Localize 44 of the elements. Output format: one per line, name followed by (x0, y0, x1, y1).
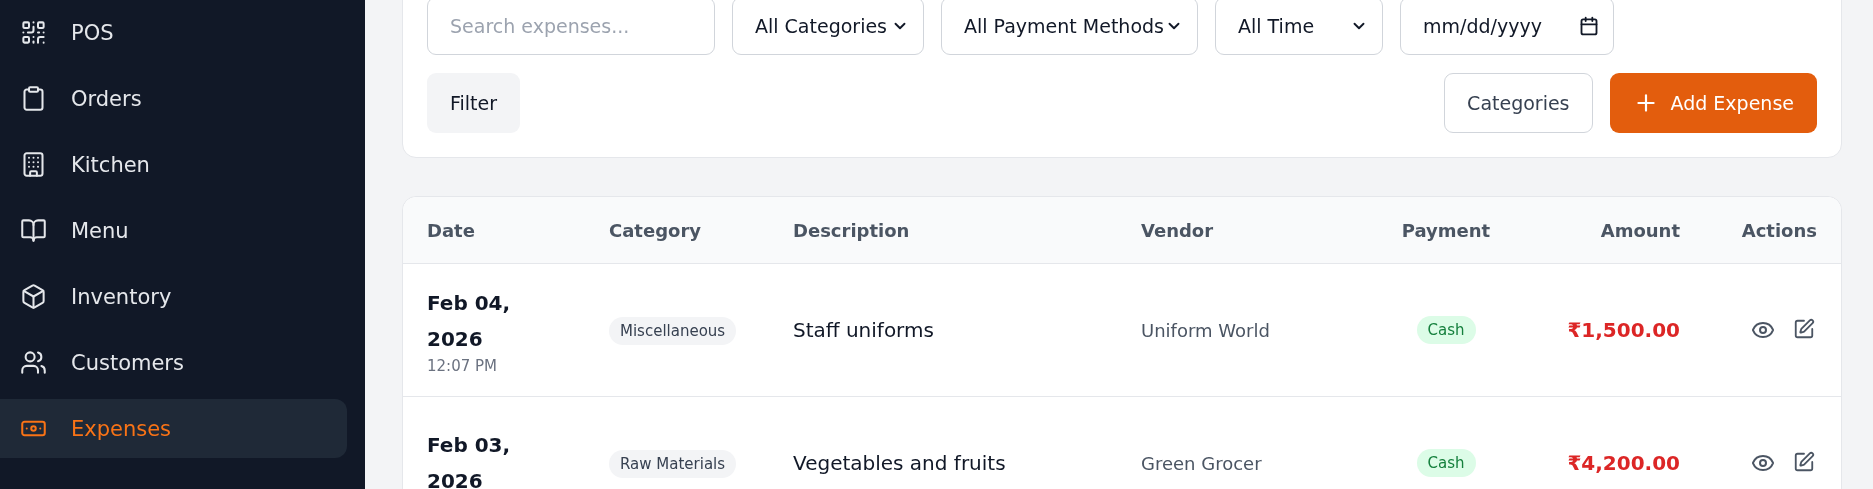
edit-icon[interactable] (1793, 451, 1815, 473)
expense-description: Vegetables and fruits (793, 451, 1007, 475)
add-expense-button[interactable]: Add Expense (1609, 73, 1817, 133)
book-icon (20, 217, 47, 244)
vendor-name: Green Grocer (1141, 452, 1263, 474)
payment-tag: Cash (1416, 316, 1476, 344)
sidebar-item[interactable]: Expenses (0, 399, 347, 458)
filter-button[interactable]: Filter (427, 73, 521, 133)
categories-button[interactable]: Categories (1444, 73, 1593, 133)
column-header: Payment (1400, 219, 1492, 241)
sidebar-item[interactable]: Kitchen (0, 135, 347, 194)
search-field[interactable]: Search expenses... (427, 0, 715, 55)
payment-tag: Cash (1416, 449, 1476, 477)
vendor-name: Uniform World (1141, 319, 1271, 341)
column-header: Date (427, 219, 476, 241)
expense-time: 12:07 PM (427, 357, 498, 375)
edit-icon[interactable] (1793, 318, 1815, 340)
column-header: Description (793, 219, 911, 241)
category-tag: Miscellaneous (609, 316, 737, 345)
building-icon (20, 151, 47, 178)
sidebar-item[interactable]: Customers (0, 333, 347, 392)
sidebar-item[interactable]: Inventory (0, 267, 347, 326)
column-header: Amount (1599, 219, 1680, 241)
people-icon (20, 349, 47, 376)
expense-amount: ₹4,200.00 (1566, 451, 1680, 475)
column-header: Category (609, 219, 703, 241)
category-tag: Raw Materials (609, 449, 737, 478)
expense-amount: ₹1,500.00 (1566, 318, 1680, 342)
calendar-icon (1579, 16, 1599, 36)
box-icon (20, 283, 47, 310)
column-header: Vendor (1141, 219, 1215, 241)
qr-code-icon (20, 19, 47, 46)
select-field[interactable]: All Payment Methods (941, 0, 1198, 55)
date-field[interactable]: mm/dd/yyyy (1400, 0, 1614, 55)
sidebar-item[interactable]: Orders (0, 69, 347, 128)
sidebar-item[interactable]: POS (0, 3, 347, 62)
select-field[interactable]: All Categories (732, 0, 924, 55)
column-header: Actions (1740, 219, 1817, 241)
select-field[interactable]: All Time (1215, 0, 1383, 55)
clipboard-icon (20, 85, 47, 112)
expense-date: Feb 04, 2026 (427, 290, 512, 353)
sidebar-item[interactable]: Menu (0, 201, 347, 260)
expense-date: Feb 03, 2026 (427, 432, 512, 489)
expense-description: Staff uniforms (793, 318, 935, 342)
